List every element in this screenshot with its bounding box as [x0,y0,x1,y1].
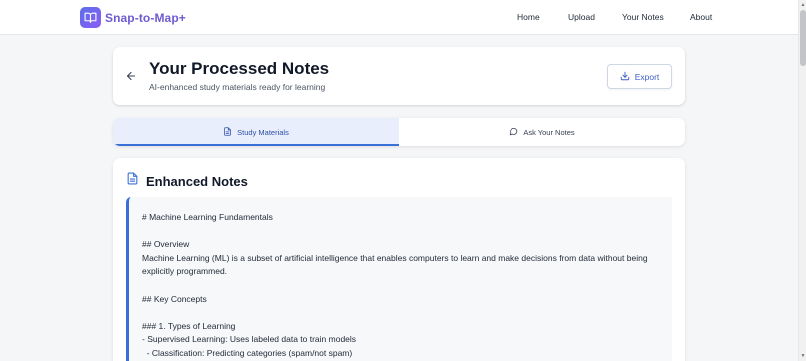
page-subtitle: AI-enhanced study materials ready for le… [149,82,326,92]
scrollbar[interactable]: ▲ ▼ [798,0,806,361]
section-header: Enhanced Notes [126,172,248,190]
nav-links: Home Upload Your Notes About [0,0,798,35]
document-icon [126,172,139,190]
note-line: ## Key Concepts [142,293,207,304]
note-line: ### 1. Types of Learning [142,320,236,331]
note-line [142,306,672,320]
tab-bar: Study Materials Ask Your Notes [113,118,685,146]
download-icon [620,68,630,86]
tab-ask-your-notes-label: Ask Your Notes [523,127,575,137]
note-line: - Supervised Learning: Uses labeled data… [142,334,357,345]
header-card: Your Processed Notes AI-enhanced study m… [113,47,685,105]
export-label: Export [634,71,660,82]
tab-study-materials[interactable]: Study Materials [113,118,399,146]
note-line: Machine Learning (ML) is a subset of art… [142,252,648,263]
scroll-up-arrow-icon[interactable]: ▲ [800,2,806,8]
top-navbar: Snap-to-Map+ Home Upload Your Notes Abou… [0,0,798,35]
notes-content: # Machine Learning Fundamentals ## Overv… [126,197,672,361]
note-line: - Classification: Predicting categories … [142,347,353,358]
chat-bubble-icon [509,127,518,138]
note-line [142,225,672,239]
scroll-down-arrow-icon[interactable]: ▼ [800,353,806,359]
export-button[interactable]: Export [607,64,672,89]
nav-link-home[interactable]: Home [517,12,540,22]
enhanced-notes-card: Enhanced Notes # Machine Learning Fundam… [113,158,685,361]
page-title: Your Processed Notes [149,59,330,78]
note-line: # Machine Learning Fundamentals [142,212,273,222]
nav-link-your-notes[interactable]: Your Notes [622,12,664,22]
scrollbar-thumb[interactable] [800,10,806,66]
section-title: Enhanced Notes [146,173,248,189]
note-line: ## Overview [142,239,190,250]
tab-ask-your-notes[interactable]: Ask Your Notes [399,118,685,146]
note-line: explicitly programmed. [142,266,228,277]
document-icon [223,126,232,138]
note-line [142,279,672,293]
nav-link-about[interactable]: About [690,12,712,22]
nav-link-upload[interactable]: Upload [568,12,595,22]
back-arrow-icon[interactable] [125,69,137,81]
tab-study-materials-label: Study Materials [237,127,289,137]
